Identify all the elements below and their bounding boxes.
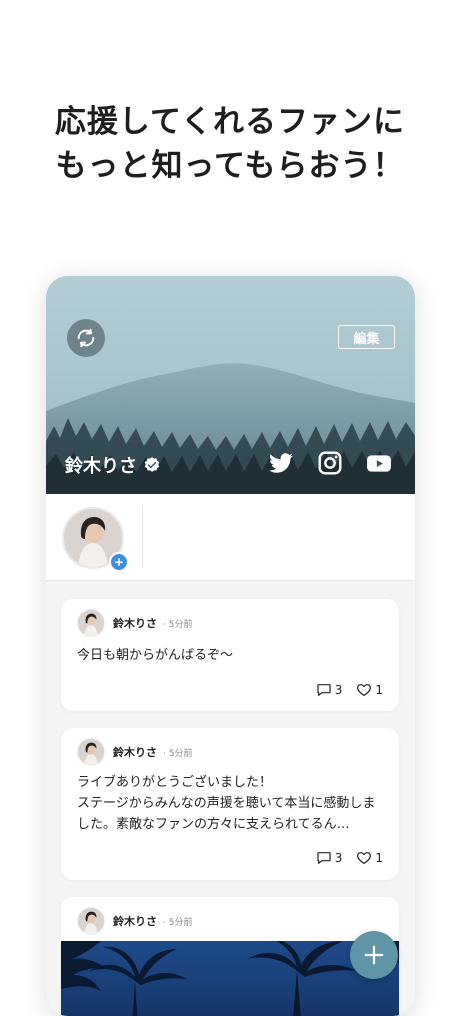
post-avatar[interactable] (77, 609, 105, 637)
sync-button[interactable] (67, 319, 105, 357)
post-time: · 5分前 (163, 748, 193, 759)
heart-icon (357, 684, 372, 696)
post-header: 鈴木りさ · 5分前 (77, 907, 192, 935)
avatar-photo (78, 610, 104, 636)
phone-mockup: 編集 鈴木りさ + 鈴木りさ · 5分前 今日も朝からがんばるぞ〜 3 1 鈴木… (46, 276, 415, 1016)
headline: 応援してくれるファンに もっと知ってもらおう！ (0, 100, 460, 188)
post-card[interactable]: 鈴木りさ · 5分前 ライブありがとうございました！ ステージからみんなの声援を… (61, 728, 399, 880)
post-card[interactable]: 鈴木りさ · 5分前 (61, 897, 399, 1016)
profile-name-row: 鈴木りさ (65, 452, 161, 478)
like-button[interactable]: 1 (356, 682, 383, 698)
post-avatar[interactable] (77, 738, 105, 766)
youtube-icon[interactable] (366, 450, 392, 476)
avatar-photo (78, 739, 104, 765)
post-author: 鈴木りさ (113, 746, 157, 759)
post-stats: 3 1 (302, 682, 383, 698)
like-count: 1 (375, 683, 383, 697)
instagram-icon[interactable] (317, 450, 343, 476)
divider (142, 508, 143, 568)
plus-icon (364, 945, 384, 965)
post-author: 鈴木りさ (113, 617, 157, 630)
post-text: 今日も朝からがんばるぞ〜 (77, 648, 234, 663)
post-image[interactable] (61, 941, 399, 1016)
profile-name: 鈴木りさ (65, 456, 137, 477)
add-avatar-button[interactable]: + (109, 552, 129, 572)
comment-button[interactable]: 3 (316, 850, 343, 866)
sync-icon (77, 328, 95, 348)
like-button[interactable]: 1 (356, 850, 383, 866)
heart-icon (357, 852, 372, 864)
cover-image: 編集 鈴木りさ (46, 276, 415, 494)
post-text: ライブありがとうございました！ ステージからみんなの声援を聴いて本当に感動しまし… (77, 775, 376, 832)
comment-count: 3 (334, 683, 343, 697)
comment-icon (317, 852, 331, 864)
verified-badge-icon (144, 457, 160, 472)
edit-button[interactable]: 編集 (338, 325, 395, 349)
headline-line-2: もっと知ってもらおう！ (55, 148, 405, 184)
post-card[interactable]: 鈴木りさ · 5分前 今日も朝からがんばるぞ〜 3 1 (61, 599, 399, 711)
post-header: 鈴木りさ · 5分前 (77, 738, 192, 766)
post-time: · 5分前 (163, 619, 193, 630)
like-count: 1 (375, 851, 383, 865)
post-author: 鈴木りさ (113, 915, 157, 928)
add-post-button[interactable] (350, 931, 398, 979)
post-time: · 5分前 (163, 917, 193, 928)
profile-bar: + (46, 494, 415, 581)
twitter-icon[interactable] (268, 450, 294, 476)
palm-trees-image (61, 941, 399, 1016)
comment-button[interactable]: 3 (316, 682, 343, 698)
comment-count: 3 (334, 851, 343, 865)
comment-icon (317, 684, 331, 696)
post-stats: 3 1 (302, 850, 383, 866)
headline-line-1: 応援してくれるファンに (54, 104, 406, 140)
post-header: 鈴木りさ · 5分前 (77, 609, 192, 637)
post-avatar[interactable] (77, 907, 105, 935)
avatar-photo (78, 908, 104, 934)
